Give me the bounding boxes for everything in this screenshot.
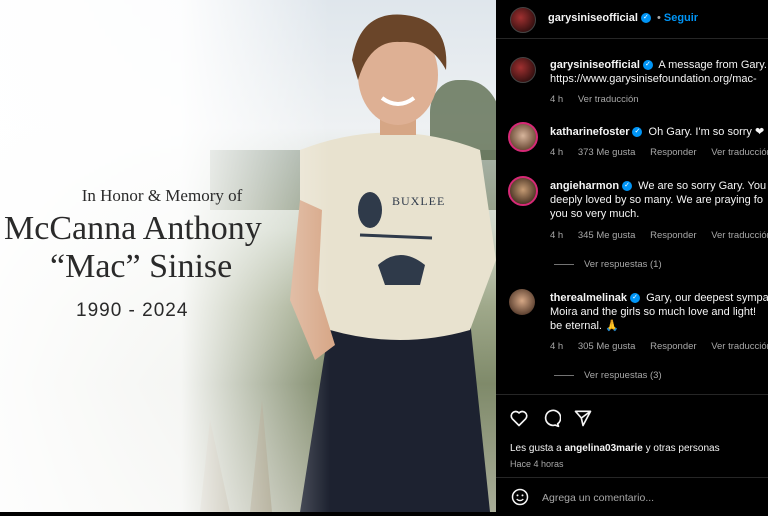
caption-message: A message from Gary. [658,59,767,71]
likes-summary[interactable]: Les gusta a angelina03marie y otras pers… [510,443,720,454]
post-header: garysiniseofficial ✓ • Seguir [496,0,768,39]
replies-line [554,263,574,265]
caption-meta: 4 h Ver traducción [550,94,651,105]
caption-username[interactable]: garysiniseofficial [550,59,640,71]
comment-meta: 4 h 373 Me gusta Responder Ver traducció… [550,147,768,158]
post-actions: Les gusta a angelina03marie y otras pers… [496,394,768,515]
likes-prefix: Les gusta a [510,443,565,454]
likes-user[interactable]: angelina03marie [564,443,642,454]
heart-icon[interactable] [509,408,529,428]
memorial-years: 1990 - 2024 [76,300,189,321]
instagram-side-panel: garysiniseofficial ✓ • Seguir garysiniseo… [496,0,768,512]
comment-reply-button[interactable]: Responder [650,230,696,241]
add-comment-bar: Agrega un comentario... [496,477,768,516]
replies-line [554,374,574,376]
caption-link[interactable]: https://www.garysinisefoundation.org/mac… [550,72,768,86]
comment-text-line2: deeply loved by so many. We are praying … [550,194,763,206]
comment-username[interactable]: angieharmon [550,180,619,192]
caption-time: 4 h [550,94,564,105]
comment-avatar[interactable] [508,176,538,206]
comment-username[interactable]: therealmelinak [550,292,627,304]
shirt-text: BUXLEE [392,194,445,208]
comment-avatar[interactable] [508,122,538,152]
comment-translate[interactable]: Ver traducción [711,230,768,241]
post-image[interactable]: BUXLEE In Honor & Memory of McCanna Anth… [0,0,496,512]
share-icon[interactable] [573,408,593,428]
memorial-name-line1: McCanna Anthony [4,210,262,247]
comment-time: 4 h [550,341,564,352]
caption-translate[interactable]: Ver traducción [578,94,639,105]
caption-text: garysiniseofficial ✓ A message from Gary. [550,58,768,72]
comment-translate[interactable]: Ver traducción [711,341,768,352]
comment-avatar[interactable] [509,289,535,315]
comment-meta: 4 h 305 Me gusta Responder Ver traducció… [550,341,768,352]
verified-icon: ✓ [640,13,651,24]
comment-item: angieharmon ✓ We are so sorry Gary. You a [550,179,768,193]
comment-reply-button[interactable]: Responder [650,147,696,158]
emoji-icon[interactable] [510,487,530,507]
comment-time: 4 h [550,147,564,158]
comment-meta: 4 h 345 Me gusta Responder Ver traducció… [550,230,768,241]
comment-item: katharinefoster ✓ Oh Gary. I'm so sorry ❤ [550,125,768,139]
likes-suffix: y otras personas [642,443,720,454]
view-replies-label[interactable]: Ver respuestas (3) [584,370,662,381]
verified-icon: ✓ [642,60,653,71]
comment-text: Oh Gary. I'm so sorry ❤ [648,126,765,138]
comment-text-line3: you so very much. [550,208,640,220]
comment-username[interactable]: katharinefoster [550,126,629,138]
verified-icon: ✓ [630,293,641,304]
comment-text-line2: Moira and the girls so much love and lig… [550,306,757,318]
comment-text-line3: be eternal. 🙏 [550,320,619,332]
view-replies-button[interactable]: Ver respuestas (3) [554,370,662,381]
comment-time: 4 h [550,230,564,241]
add-comment-input[interactable]: Agrega un comentario... [542,492,654,504]
comment-text-line1: We are so sorry Gary. You a [638,180,768,192]
comment-translate[interactable]: Ver traducción [711,147,768,158]
post-time: Hace 4 horas [510,459,564,469]
comment-likes[interactable]: 305 Me gusta [578,341,636,352]
comment-text-line1: Gary, our deepest sympa [646,292,768,304]
author-username[interactable]: garysiniseofficial [548,12,638,24]
memorial-text: In Honor & Memory of McCanna Anthony “Ma… [0,186,300,322]
memorial-honor: In Honor & Memory of [81,186,243,205]
caption-avatar[interactable] [510,57,536,83]
comment-item: therealmelinak ✓ Gary, our deepest sympa [550,291,768,305]
verified-icon: ✓ [632,127,643,138]
separator-dot: • [656,12,661,24]
comment-likes[interactable]: 345 Me gusta [578,230,636,241]
view-replies-label[interactable]: Ver respuestas (1) [584,259,662,270]
follow-button[interactable]: Seguir [664,12,698,24]
author-avatar[interactable] [510,7,536,33]
view-replies-button[interactable]: Ver respuestas (1) [554,259,662,270]
comment-icon[interactable] [541,408,561,428]
verified-icon: ✓ [622,181,633,192]
comment-likes[interactable]: 373 Me gusta [578,147,636,158]
comment-reply-button[interactable]: Responder [650,341,696,352]
memorial-name-line2: “Mac” Sinise [50,248,233,285]
